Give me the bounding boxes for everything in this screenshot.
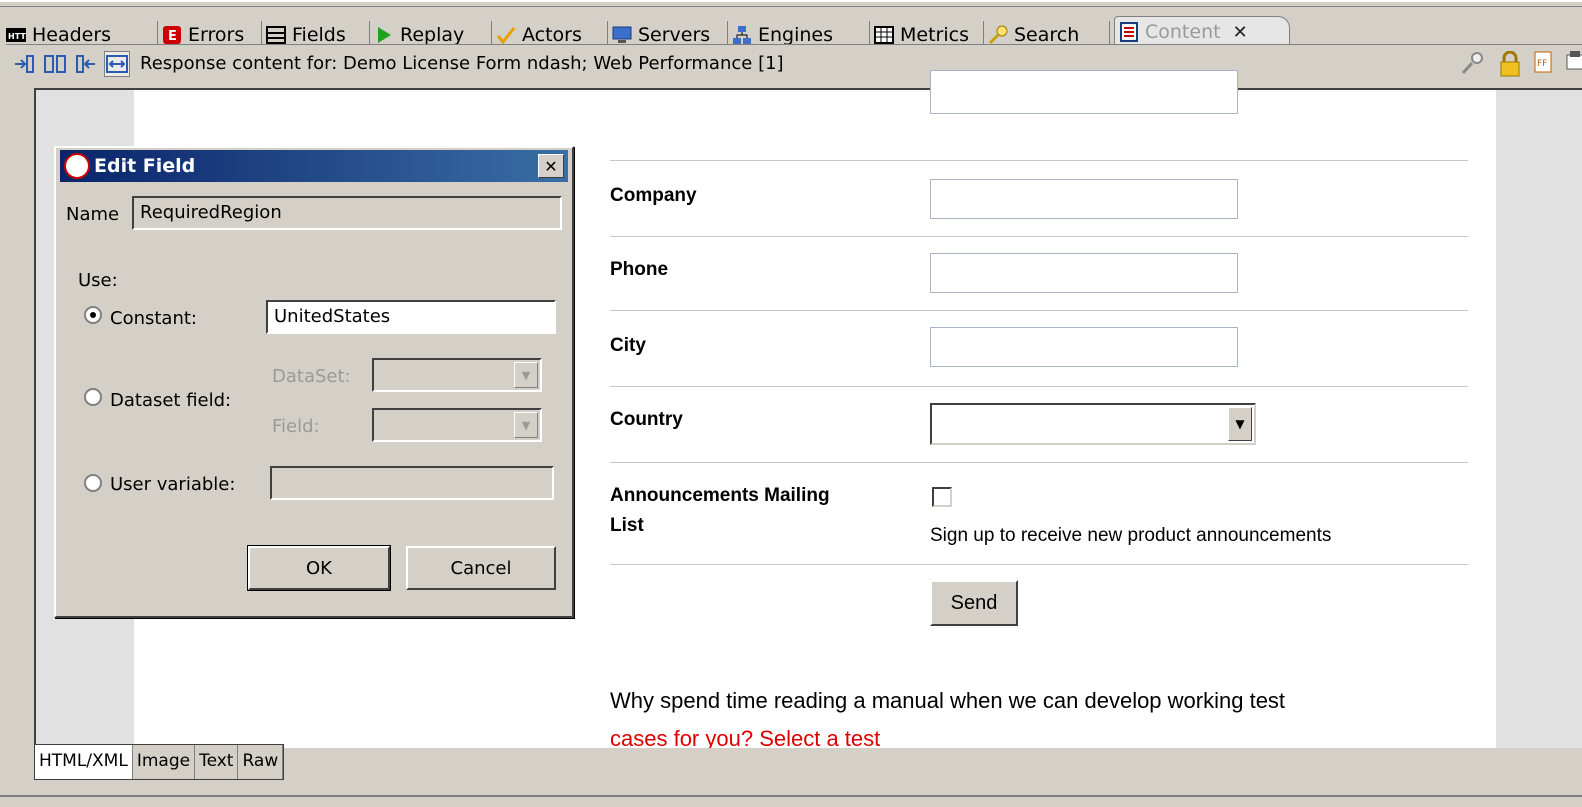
form-row-divider xyxy=(610,564,1468,565)
dataset-field-label: Dataset field: xyxy=(110,390,232,411)
sync-view-icon[interactable] xyxy=(104,50,130,77)
constant-label: Constant: xyxy=(110,308,197,329)
company-input[interactable] xyxy=(930,179,1238,219)
svg-text:HTTP: HTTP xyxy=(8,32,26,41)
intro-paragraph-cut: cases for you? Select a test xyxy=(610,726,881,748)
maximize-right-icon[interactable] xyxy=(11,51,37,77)
view-tab-bar: HTTP Headers E Errors Fields Replay Acto… xyxy=(0,0,1582,48)
tab-image[interactable]: Image xyxy=(133,745,196,779)
print-icon[interactable] xyxy=(1566,51,1582,82)
tab-bar-separator xyxy=(0,6,1582,7)
constant-radio[interactable] xyxy=(84,306,102,324)
user-variable-input xyxy=(270,466,554,500)
tab-label: Servers xyxy=(638,23,711,46)
tab-html-xml[interactable]: HTML/XML xyxy=(35,745,133,779)
dialog-title-bar[interactable]: Edit Field ✕ xyxy=(60,150,568,182)
chevron-down-icon: ▼ xyxy=(514,412,538,438)
tab-label: Engines xyxy=(758,23,834,46)
user-variable-radio[interactable] xyxy=(84,474,102,492)
city-label: City xyxy=(610,335,646,356)
ok-button[interactable]: OK xyxy=(247,545,391,591)
svg-text:E: E xyxy=(168,29,177,44)
phone-label: Phone xyxy=(610,259,669,280)
content-toolbar: Response content for: Demo License Form … xyxy=(6,44,1582,82)
dialog-title: Edit Field xyxy=(94,155,196,177)
name-field: RequiredRegion xyxy=(132,196,562,230)
document-icon xyxy=(1119,22,1139,42)
use-label: Use: xyxy=(78,270,118,291)
network-icon xyxy=(732,25,752,45)
edit-field-dialog: Edit Field ✕ Name RequiredRegion Use: Co… xyxy=(54,146,574,618)
fields-icon xyxy=(266,25,286,45)
tab-label: Search xyxy=(1014,23,1080,46)
dataset-label: DataSet: xyxy=(272,366,351,387)
mailing-label-line1: Announcements Mailing xyxy=(610,485,830,506)
country-label: Country xyxy=(610,409,683,430)
response-content-title: Response content for: Demo License Form … xyxy=(140,53,784,74)
play-icon xyxy=(374,25,394,45)
field-select: ▼ xyxy=(372,408,542,442)
firefox-icon[interactable]: FF xyxy=(1534,51,1554,82)
mailing-label-line2: List xyxy=(610,515,644,536)
form-row-city: City xyxy=(610,310,1468,386)
maximize-left-icon[interactable] xyxy=(73,51,99,77)
error-icon: E xyxy=(162,25,182,45)
tab-label: Metrics xyxy=(900,23,969,46)
city-input[interactable] xyxy=(930,327,1238,367)
tab-raw[interactable]: Raw xyxy=(238,745,284,779)
view-mode-tabs: HTML/XML Image Text Raw xyxy=(34,744,285,780)
tab-label: Actors xyxy=(522,23,582,46)
intro-paragraph: Why spend time reading a manual when we … xyxy=(610,688,1286,713)
tab-text[interactable]: Text xyxy=(195,745,239,779)
user-variable-label: User variable: xyxy=(110,474,236,495)
send-button[interactable]: Send xyxy=(930,580,1018,626)
monitor-icon xyxy=(612,25,632,45)
app-logo-icon xyxy=(64,153,90,179)
company-label: Company xyxy=(610,185,697,206)
svg-text:FF: FF xyxy=(1537,59,1547,69)
phone-input[interactable] xyxy=(930,253,1238,293)
text-input-top[interactable] xyxy=(930,70,1238,114)
check-icon xyxy=(496,25,516,45)
field-label: Field: xyxy=(272,416,320,437)
search-icon xyxy=(988,25,1008,45)
constant-input[interactable]: UnitedStates xyxy=(266,300,556,334)
dataset-field-radio[interactable] xyxy=(84,388,102,406)
close-icon[interactable]: ✕ xyxy=(1233,22,1248,43)
tab-label: Errors xyxy=(188,23,245,46)
tab-label: Content xyxy=(1145,21,1221,43)
form-row-country: Country ▼ xyxy=(610,386,1468,462)
form-row-company: Company xyxy=(610,160,1468,236)
search-icon[interactable] xyxy=(1460,51,1486,82)
mailing-hint: Sign up to receive new product announcem… xyxy=(930,525,1332,546)
lock-icon[interactable] xyxy=(1498,50,1522,82)
tab-content[interactable]: Content ✕ xyxy=(1114,16,1290,47)
toolbar-right-icons: FF xyxy=(1460,50,1582,82)
tab-label: Replay xyxy=(400,23,465,46)
mailing-checkbox[interactable] xyxy=(932,487,952,507)
tab-label: Headers xyxy=(32,23,112,46)
close-icon[interactable]: ✕ xyxy=(538,154,564,178)
split-view-icon[interactable] xyxy=(42,51,68,77)
chevron-down-icon[interactable]: ▼ xyxy=(1228,407,1252,441)
http-icon: HTTP xyxy=(6,25,26,45)
name-label: Name xyxy=(66,204,120,225)
grid-icon xyxy=(874,25,894,45)
tab-label: Fields xyxy=(292,23,346,46)
window-bottom-border xyxy=(0,795,1582,797)
dataset-select: ▼ xyxy=(372,358,542,392)
cancel-button[interactable]: Cancel xyxy=(406,546,556,590)
form-row-mailing: Announcements Mailing List Sign up to re… xyxy=(610,462,1468,564)
country-select[interactable]: ▼ xyxy=(930,403,1256,445)
form-row-phone: Phone xyxy=(610,236,1468,310)
chevron-down-icon: ▼ xyxy=(514,362,538,388)
